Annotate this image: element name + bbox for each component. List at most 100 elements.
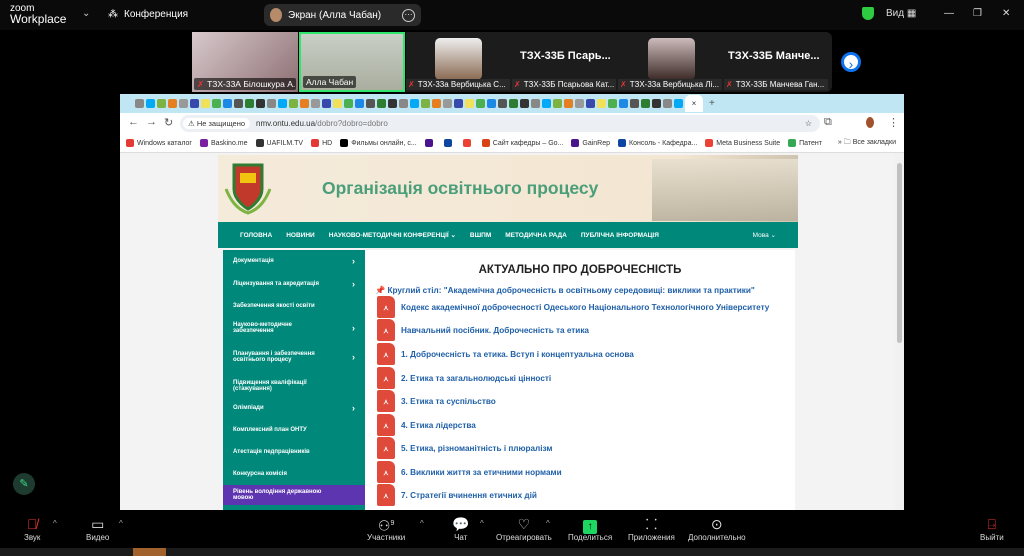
tab-favicon[interactable] bbox=[465, 99, 474, 108]
bookmark-item[interactable]: UAFILM.TV bbox=[255, 139, 303, 147]
chevron-up-icon[interactable]: ^ bbox=[420, 519, 424, 528]
bookmark-item[interactable]: Meta Business Suite bbox=[705, 139, 780, 147]
tab-favicon[interactable] bbox=[311, 99, 320, 108]
tab-favicon[interactable] bbox=[487, 99, 496, 108]
chevron-down-icon[interactable]: ⌄ bbox=[82, 8, 90, 19]
screen-share-pill[interactable]: Экран (Алла Чабан) ··· bbox=[264, 4, 421, 26]
share-button[interactable]: ↑ Поделиться bbox=[568, 515, 612, 542]
document-link[interactable]: ⋏ 7. Стратегії вчинення етичних дій bbox=[377, 484, 537, 506]
participant-name[interactable]: ✗ ТЗХ-33а Вербицька Лі... bbox=[618, 79, 722, 90]
tab-favicon[interactable] bbox=[223, 99, 232, 108]
document-link[interactable]: ⋏ 4. Етика лідерства bbox=[377, 414, 476, 436]
tab-favicon[interactable] bbox=[355, 99, 364, 108]
scrollbar-thumb[interactable] bbox=[897, 163, 902, 343]
tab-favicon[interactable] bbox=[157, 99, 166, 108]
bookmark-item[interactable]: Windows каталог bbox=[126, 139, 192, 147]
tab-favicon[interactable] bbox=[234, 99, 243, 108]
tab-favicon[interactable] bbox=[190, 99, 199, 108]
nav-item[interactable]: ПУБЛІЧНА ІНФОРМАЦІЯ bbox=[581, 232, 659, 239]
bookmark-item[interactable]: GainRep bbox=[571, 139, 610, 147]
tab-list-icon[interactable] bbox=[124, 99, 133, 108]
all-bookmarks-button[interactable]: » 🗀 Все закладки bbox=[838, 138, 896, 149]
nav-item[interactable]: ВШПМ bbox=[470, 232, 491, 239]
tab-favicon[interactable] bbox=[344, 99, 353, 108]
nav-item[interactable]: НОВИНИ bbox=[286, 232, 314, 239]
sidebar-item[interactable]: Планування і забезпечення освітнього про… bbox=[223, 339, 365, 374]
forward-icon[interactable]: → bbox=[146, 116, 157, 128]
close-icon[interactable]: ✕ bbox=[1002, 8, 1010, 19]
document-link[interactable]: ⋏ 2. Етика та загальнолюдські цінності bbox=[377, 367, 551, 389]
star-icon[interactable]: ☆ bbox=[805, 119, 812, 128]
tab-favicon[interactable] bbox=[498, 99, 507, 108]
tab-favicon[interactable] bbox=[520, 99, 529, 108]
document-link[interactable]: ⋏ Кодекс академічної доброчесності Одеськ… bbox=[377, 296, 769, 318]
tab-favicon[interactable] bbox=[476, 99, 485, 108]
pinned-link[interactable]: 📌 Круглий стіл: "Академічна доброчесніст… bbox=[375, 286, 755, 296]
document-link[interactable]: ⋏ Навчальний посібник. Доброчесність та е… bbox=[377, 319, 589, 341]
sidebar-item[interactable]: Олімпіади › bbox=[223, 397, 365, 419]
sidebar-item[interactable]: Комплексний план ОНТУ bbox=[223, 419, 365, 441]
tab-favicon[interactable] bbox=[410, 99, 419, 108]
extensions-icon[interactable]: ⧉ bbox=[824, 116, 832, 129]
chevron-up-icon[interactable]: ^ bbox=[119, 519, 123, 528]
bookmark-favicon[interactable] bbox=[462, 139, 471, 147]
tab-favicon[interactable] bbox=[212, 99, 221, 108]
language-menu[interactable]: Мова ⌄ bbox=[753, 231, 776, 239]
tab-favicon[interactable] bbox=[333, 99, 342, 108]
chat-button[interactable]: 💬 Чат bbox=[452, 515, 469, 542]
participant-name[interactable]: ✗ ТЗХ-33Б Манчева Ган... bbox=[724, 79, 828, 90]
browser-tab-strip[interactable]: × + bbox=[120, 94, 904, 113]
bookmark-item[interactable]: Baskino.me bbox=[199, 139, 248, 147]
tab-favicon[interactable] bbox=[135, 99, 144, 108]
participant-name[interactable]: ✗ ТЗХ-33а Вербицька С... bbox=[406, 79, 510, 90]
shield-icon[interactable] bbox=[862, 7, 874, 20]
tab-favicon[interactable] bbox=[377, 99, 386, 108]
tab-favicon[interactable] bbox=[245, 99, 254, 108]
document-link[interactable]: ⋏ 1. Доброчесність та етика. Вступ і конц… bbox=[377, 343, 634, 365]
video-tile-active-speaker[interactable]: Алла Чабан bbox=[299, 32, 405, 92]
meeting-info-button[interactable]: ⁂ Конференция bbox=[108, 9, 188, 20]
video-button[interactable]: ▭ Видео bbox=[86, 515, 109, 542]
bookmark-item[interactable]: HD bbox=[311, 139, 332, 147]
url-bar[interactable]: ⚠ Не защищено nmv.ontu.edu.ua/dobro?dobro… bbox=[180, 115, 820, 132]
tab-favicon[interactable] bbox=[399, 99, 408, 108]
sidebar-item[interactable]: Науково-методичне забезпечення › bbox=[223, 317, 365, 339]
next-page-button[interactable]: › bbox=[841, 52, 861, 72]
participants-button[interactable]: ⚇9 Участники bbox=[367, 515, 405, 542]
tab-favicon[interactable] bbox=[641, 99, 650, 108]
sidebar-item[interactable]: Підвищення кваліфікації (стажування) bbox=[223, 374, 365, 397]
sidebar-item[interactable]: Документація › bbox=[223, 250, 365, 272]
annotate-pencil-button[interactable]: ✎ bbox=[13, 473, 35, 495]
nav-item[interactable]: МЕТОДИЧНА РАДА bbox=[505, 232, 567, 239]
chevron-up-icon[interactable]: ^ bbox=[480, 519, 484, 528]
bookmark-item[interactable]: Консоль - Кафедра... bbox=[618, 139, 697, 147]
sidebar-item[interactable]: Забезпечення якості освіти bbox=[223, 295, 365, 317]
tab-favicon[interactable] bbox=[652, 99, 661, 108]
tab-favicon[interactable] bbox=[421, 99, 430, 108]
participant-name[interactable]: ✗ ТЗХ-33Б Псарьова Кат... bbox=[512, 79, 616, 90]
tab-favicon[interactable] bbox=[146, 99, 155, 108]
tab-favicon[interactable] bbox=[531, 99, 540, 108]
security-badge[interactable]: ⚠ Не защищено bbox=[183, 118, 251, 129]
menu-icon[interactable]: ⋮ bbox=[888, 116, 899, 129]
minimize-icon[interactable]: — bbox=[944, 8, 954, 19]
tab-favicon[interactable] bbox=[366, 99, 375, 108]
document-link[interactable]: ⋏ 6. Виклики життя за етичними нормами bbox=[377, 461, 562, 483]
profile-avatar[interactable] bbox=[866, 117, 874, 128]
tab-favicon[interactable] bbox=[443, 99, 452, 108]
video-tile[interactable]: ✗ ТЗХ-33А Білошкура А... bbox=[192, 32, 298, 92]
sidebar-item[interactable]: Атестація педпрацівників bbox=[223, 441, 365, 463]
tab-favicon[interactable] bbox=[388, 99, 397, 108]
bookmark-item[interactable]: Патент bbox=[788, 139, 822, 147]
tab-favicon[interactable] bbox=[630, 99, 639, 108]
new-tab-icon[interactable]: + bbox=[709, 98, 715, 109]
scrollbar[interactable] bbox=[895, 153, 904, 510]
document-link[interactable]: ⋏ 3. Етика та суспільство bbox=[377, 390, 496, 412]
tab-favicon[interactable] bbox=[201, 99, 210, 108]
tab-favicon[interactable] bbox=[564, 99, 573, 108]
chevron-up-icon[interactable]: ^ bbox=[53, 519, 57, 528]
tab-favicon[interactable] bbox=[542, 99, 551, 108]
bookmark-favicon[interactable] bbox=[443, 139, 452, 147]
view-button[interactable]: Вид ▦ bbox=[886, 8, 916, 19]
tab-favicon[interactable] bbox=[267, 99, 276, 108]
